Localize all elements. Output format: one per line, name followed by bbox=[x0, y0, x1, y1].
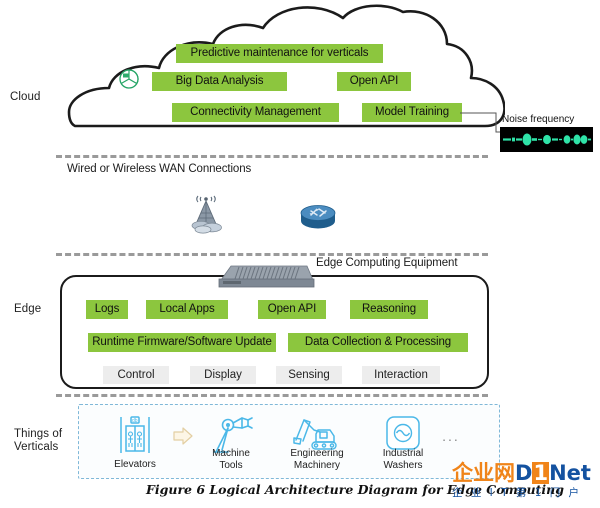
edge-chip-sensing[interactable]: Sensing bbox=[276, 366, 342, 384]
edge-chip-reasoning[interactable]: Reasoning bbox=[350, 300, 428, 319]
tier-label-things: Things of Verticals bbox=[14, 428, 62, 454]
wan-connections-label: Wired or Wireless WAN Connections bbox=[67, 163, 252, 175]
noise-frequency-waveform bbox=[500, 127, 593, 152]
right-arrow-icon bbox=[173, 427, 193, 445]
tier-label-things-line1: Things of bbox=[14, 428, 63, 440]
cloud-service-chip-open-api[interactable]: Open API bbox=[337, 72, 411, 91]
cloud-service-chip-predictive-maintenance[interactable]: Predictive maintenance for verticals bbox=[176, 44, 383, 63]
edge-chip-runtime-firmware-update[interactable]: Runtime Firmware/Software Update bbox=[88, 333, 276, 352]
cell-tower-icon bbox=[191, 195, 222, 234]
thing-label-industrial-washers: Industrial Washers bbox=[370, 448, 436, 471]
thing-label-machine-tools-line2: Tools bbox=[219, 459, 243, 471]
thing-label-washers-line2: Washers bbox=[383, 459, 423, 471]
edge-chip-open-api[interactable]: Open API bbox=[258, 300, 326, 319]
tier-label-cloud: Cloud bbox=[10, 91, 41, 103]
things-ellipsis: ... bbox=[442, 428, 460, 444]
edge-chip-control[interactable]: Control bbox=[103, 366, 169, 384]
thing-label-machine-tools-line1: Machine bbox=[212, 448, 250, 459]
edge-chip-logs[interactable]: Logs bbox=[86, 300, 128, 319]
cloud-service-chip-model-training[interactable]: Model Training bbox=[362, 103, 462, 122]
watermark-digit-one: 1 bbox=[532, 461, 550, 485]
separator-edge-things bbox=[56, 394, 488, 397]
thing-label-engineering-line1: Engineering bbox=[290, 448, 344, 459]
thing-label-engineering-line2: Machinery bbox=[293, 459, 341, 471]
pie-chart-icon bbox=[119, 69, 139, 89]
edge-chip-data-collection-processing[interactable]: Data Collection & Processing bbox=[288, 333, 468, 352]
edge-chip-display[interactable]: Display bbox=[190, 366, 256, 384]
edge-computing-equipment-label: Edge Computing Equipment bbox=[316, 257, 458, 269]
thing-label-elevators-line1: Elevators bbox=[114, 459, 156, 470]
edge-chip-interaction[interactable]: Interaction bbox=[362, 366, 440, 384]
elevator-icon: db bbox=[120, 416, 150, 453]
tier-label-edge: Edge bbox=[14, 303, 42, 315]
edge-chip-local-apps[interactable]: Local Apps bbox=[146, 300, 228, 319]
diagram-canvas: Cloud Predictive maintenance for vertica… bbox=[0, 0, 600, 508]
thing-label-elevators: Elevators bbox=[101, 459, 169, 471]
separator-cloud-wan bbox=[56, 155, 488, 158]
figure-caption: Figure 6 Logical Architecture Diagram fo… bbox=[146, 482, 564, 497]
cloud-service-chip-connectivity-management[interactable]: Connectivity Management bbox=[172, 103, 339, 122]
svg-text:db: db bbox=[132, 418, 138, 424]
router-icon bbox=[300, 205, 336, 229]
tier-label-things-line2: Verticals bbox=[14, 441, 59, 453]
noise-frequency-label: Noise frequency bbox=[502, 114, 575, 125]
edge-appliance-icon bbox=[218, 265, 315, 288]
separator-wan-edge bbox=[56, 253, 488, 256]
thing-label-machine-tools: Machine Tools bbox=[196, 448, 266, 471]
thing-label-washers-line1: Industrial bbox=[382, 448, 424, 459]
cloud-service-chip-big-data-analysis[interactable]: Big Data Analysis bbox=[152, 72, 287, 91]
thing-label-engineering-machinery: Engineering Machinery bbox=[279, 448, 355, 471]
